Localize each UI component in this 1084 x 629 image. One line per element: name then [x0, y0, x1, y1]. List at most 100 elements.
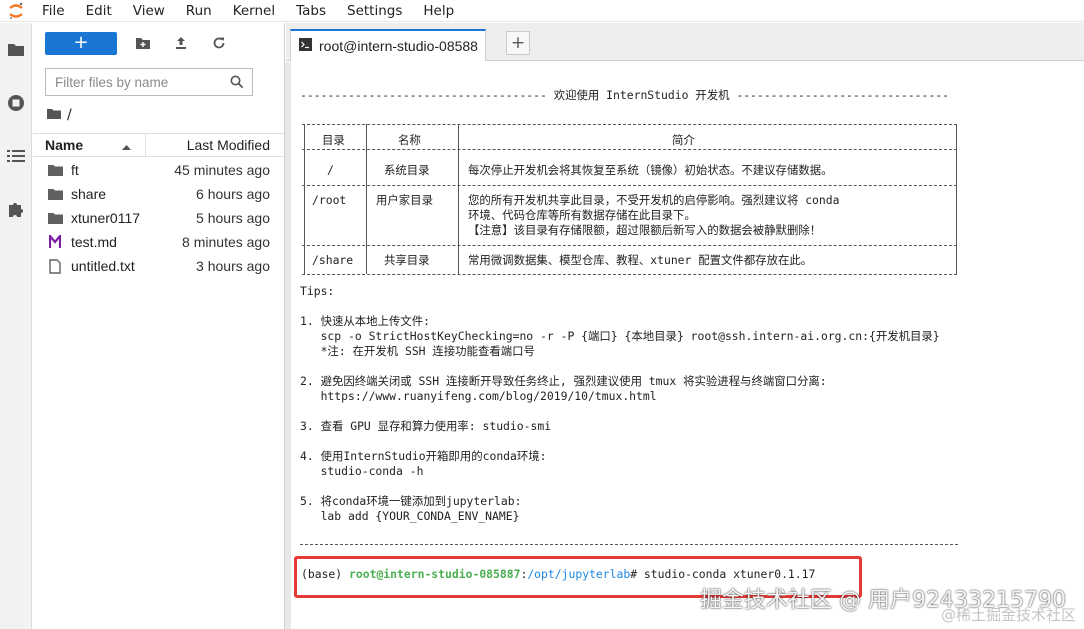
- menu-bar: File Edit View Run Kernel Tabs Settings …: [0, 0, 1084, 22]
- filter-files-field: [45, 68, 253, 96]
- breadcrumb-root[interactable]: /: [67, 107, 72, 123]
- file-modified: 5 hours ago: [196, 210, 270, 226]
- splitter[interactable]: [285, 62, 291, 629]
- table-cell-name: 共享目录: [384, 253, 430, 267]
- table-border: [302, 149, 957, 150]
- file-list-header: Name Last Modified: [33, 133, 284, 157]
- file-name: test.md: [71, 234, 117, 250]
- filter-files-input[interactable]: [46, 70, 226, 94]
- file-modified: 6 hours ago: [196, 186, 270, 202]
- file-row-untitled-txt[interactable]: untitled.txt 3 hours ago: [33, 254, 284, 278]
- file-row-xtuner0117[interactable]: xtuner0117 5 hours ago: [33, 206, 284, 230]
- tip-line: scp -o StrictHostKeyChecking=no -r -P {端…: [300, 329, 940, 343]
- menu-run[interactable]: Run: [176, 0, 223, 22]
- table-cell-name: 系统目录: [384, 163, 430, 177]
- table-header-dir: 目录: [322, 133, 345, 147]
- tip-line: 4. 使用InternStudio开箱即用的conda环境:: [300, 449, 547, 463]
- table-border: [956, 124, 957, 274]
- menu-edit[interactable]: Edit: [76, 0, 123, 22]
- tip-line: studio-conda -h: [300, 464, 424, 478]
- table-cell-dir: /: [327, 163, 334, 177]
- menu-tabs[interactable]: Tabs: [286, 0, 337, 22]
- file-row-ft[interactable]: ft 45 minutes ago: [33, 158, 284, 182]
- welcome-banner: ------------------------------------ 欢迎使…: [300, 88, 949, 102]
- table-border: [366, 124, 367, 274]
- file-browser-toolbar: +: [45, 31, 233, 55]
- tip-line: https://www.ruanyifeng.com/blog/2019/10/…: [300, 389, 657, 403]
- sort-caret-up-icon: [122, 137, 131, 153]
- folder-icon: [47, 188, 63, 200]
- terminal-icon: [299, 37, 312, 55]
- tab-terminal[interactable]: root@intern-studio-08588: [290, 29, 486, 61]
- add-tab-button[interactable]: +: [506, 31, 530, 55]
- folder-icon[interactable]: [6, 39, 26, 59]
- table-cell-desc: 您的所有开发机共享此目录，不受开发机的启停影响。强烈建议将 conda: [468, 193, 840, 207]
- file-row-test-md[interactable]: test.md 8 minutes ago: [33, 230, 284, 254]
- new-launcher-button[interactable]: +: [45, 31, 117, 55]
- column-modified-header[interactable]: Last Modified: [146, 137, 284, 153]
- tip-line: 2. 避免因终端关闭或 SSH 连接断开导致任务终止, 强烈建议使用 tmux …: [300, 374, 827, 388]
- file-name: share: [71, 186, 107, 202]
- tip-line: 5. 将conda环境一键添加到jupyterlab:: [300, 494, 522, 508]
- file-name: ft: [71, 162, 79, 178]
- separator-line: [300, 544, 958, 545]
- menu-kernel[interactable]: Kernel: [223, 0, 286, 22]
- table-border: [304, 124, 305, 274]
- jupyter-logo-icon: [0, 0, 32, 22]
- file-browser: + / Name Last Modified: [33, 23, 285, 629]
- table-cell-name: 用户家目录: [376, 193, 433, 207]
- tip-line: lab add {YOUR_CONDA_ENV_NAME}: [300, 509, 520, 523]
- activity-bar: [0, 23, 32, 629]
- folder-icon[interactable]: [47, 107, 61, 123]
- table-of-contents-icon[interactable]: [6, 146, 26, 166]
- extension-icon[interactable]: [6, 199, 26, 219]
- table-cell-desc: 每次停止开发机会将其恢复至系统（镜像）初始状态。不建议存储数据。: [468, 163, 833, 177]
- tab-label: root@intern-studio-08588: [319, 38, 478, 54]
- markdown-icon: [47, 235, 63, 249]
- prompt-user: root@intern-studio-085887: [349, 567, 521, 581]
- text-file-icon: [47, 258, 63, 274]
- file-modified: 8 minutes ago: [182, 234, 270, 250]
- running-kernels-icon[interactable]: [6, 93, 26, 113]
- tab-bar: root@intern-studio-08588 +: [286, 23, 1084, 61]
- table-border: [302, 185, 957, 186]
- file-modified: 45 minutes ago: [174, 162, 270, 178]
- folder-icon: [47, 212, 63, 224]
- tips-title: Tips:: [300, 284, 335, 298]
- refresh-icon[interactable]: [205, 31, 233, 55]
- file-row-share[interactable]: share 6 hours ago: [33, 182, 284, 206]
- table-cell-desc: 【注意】该目录有存储限额，超过限额后新写入的数据会被静默删除！: [468, 223, 822, 237]
- search-icon[interactable]: [226, 75, 248, 89]
- table-header-desc: 简介: [672, 133, 695, 147]
- table-header-name: 名称: [398, 133, 421, 147]
- menu-view[interactable]: View: [123, 0, 176, 22]
- tip-line: *注: 在开发机 SSH 连接功能查看端口号: [300, 344, 535, 358]
- terminal-output[interactable]: ------------------------------------ 欢迎使…: [292, 62, 1084, 629]
- menu-help[interactable]: Help: [413, 0, 465, 22]
- tip-line: 1. 快速从本地上传文件:: [300, 314, 430, 328]
- menu-settings[interactable]: Settings: [337, 0, 413, 22]
- plus-icon: +: [510, 33, 526, 53]
- new-folder-icon[interactable]: [129, 31, 157, 55]
- file-name: untitled.txt: [71, 258, 135, 274]
- table-border: [302, 245, 957, 246]
- file-list: ft 45 minutes ago share 6 hours ago xtun…: [33, 158, 284, 278]
- column-name-header[interactable]: Name: [33, 134, 146, 156]
- table-cell-dir: /share: [312, 253, 354, 267]
- upload-icon[interactable]: [167, 31, 195, 55]
- breadcrumb: /: [47, 105, 72, 125]
- file-modified: 3 hours ago: [196, 258, 270, 274]
- prompt-env: (base): [301, 567, 350, 581]
- menu-file[interactable]: File: [32, 0, 76, 22]
- table-border: [302, 124, 957, 125]
- table-cell-dir: /root: [312, 193, 347, 207]
- tip-line: 3. 查看 GPU 显存和算力使用率: studio-smi: [300, 419, 552, 433]
- prompt-hash: #: [630, 567, 644, 581]
- shell-prompt-line[interactable]: (base) root@intern-studio-085887:/opt/ju…: [301, 567, 815, 581]
- table-border: [458, 124, 459, 274]
- table-cell-desc: 常用微调数据集、模型仓库、教程、xtuner 配置文件都存放在此。: [468, 253, 813, 267]
- table-border: [302, 274, 957, 275]
- prompt-path: /opt/jupyterlab: [527, 567, 631, 581]
- folder-icon: [47, 164, 63, 176]
- table-cell-desc: 环境、代码仓库等所有数据存储在此目录下。: [468, 208, 696, 222]
